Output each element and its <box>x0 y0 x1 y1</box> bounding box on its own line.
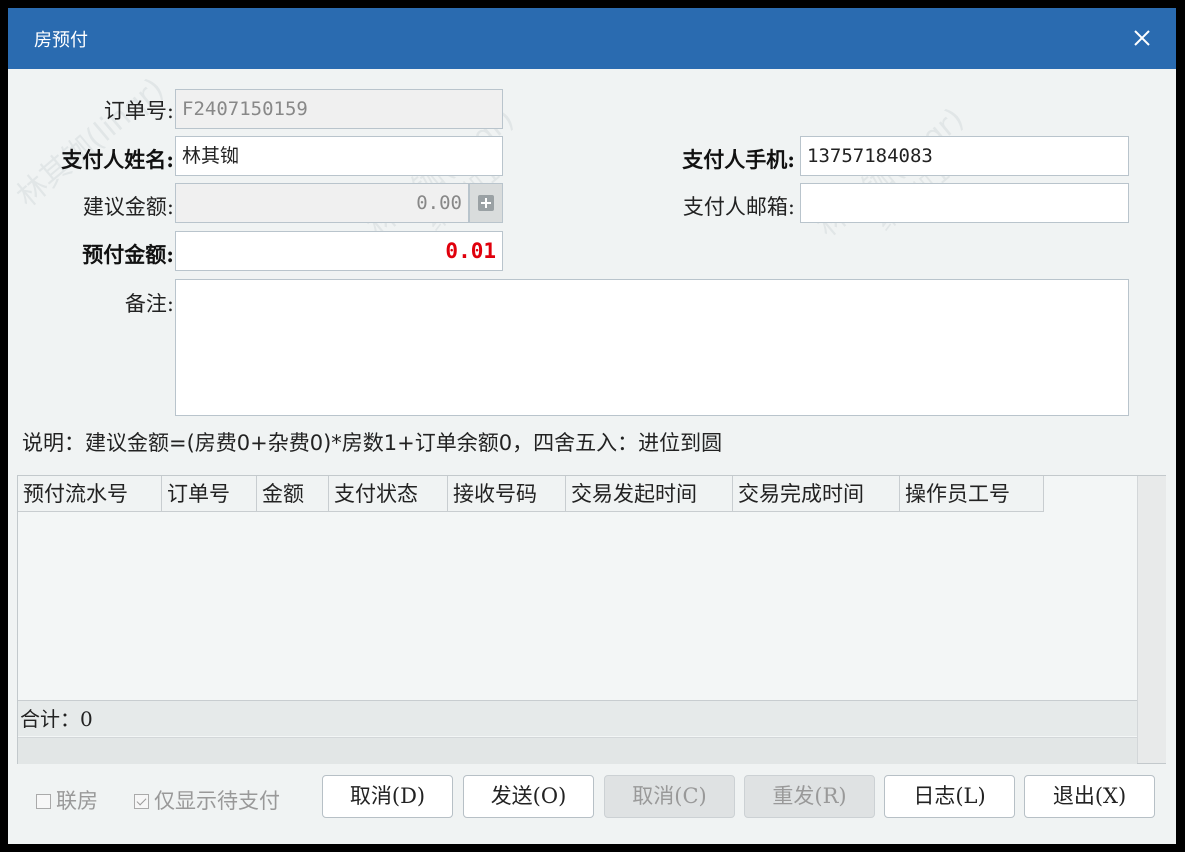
payer-phone-label: 支付人手机: <box>682 147 795 172</box>
remark-textarea[interactable] <box>175 279 1129 416</box>
close-icon <box>1134 30 1150 46</box>
suggested-amount-field[interactable]: 0.00 <box>175 183 469 223</box>
grid-body: 预付流水号 订单号 金额 支付状态 接收号码 交易发起时间 交易完成时间 操作员… <box>18 476 1137 764</box>
payer-name-label: 支付人姓名: <box>61 147 174 172</box>
suggested-amount-label: 建议金额: <box>82 195 174 219</box>
prepay-amount-label: 预付金额: <box>82 242 174 267</box>
column-header[interactable]: 预付流水号 <box>18 476 162 512</box>
log-button[interactable]: 日志(L) <box>884 775 1015 818</box>
title-bar: 房预付 <box>8 8 1176 69</box>
linked-rooms-checkbox[interactable]: 联房 <box>36 785 98 815</box>
window-title: 房预付 <box>34 30 88 51</box>
checkbox-box <box>36 794 51 809</box>
payer-name-field[interactable]: 林其铷 <box>175 136 503 176</box>
prepay-amount-field[interactable]: 0.01 <box>175 231 503 271</box>
calculator-icon <box>478 195 494 211</box>
prepay-records-grid: 预付流水号 订单号 金额 支付状态 接收号码 交易发起时间 交易完成时间 操作员… <box>17 475 1166 764</box>
column-header[interactable]: 金额 <box>257 476 329 512</box>
cancel-d-button[interactable]: 取消(D) <box>322 775 453 818</box>
order-no-field[interactable]: F2407150159 <box>175 89 503 129</box>
remark-label: 备注: <box>124 292 174 316</box>
calculator-button[interactable] <box>469 183 503 223</box>
column-header[interactable]: 交易发起时间 <box>566 476 733 512</box>
column-header[interactable]: 操作员工号 <box>900 476 1044 512</box>
order-no-label: 订单号: <box>103 99 174 123</box>
payer-phone-field[interactable]: 13757184083 <box>800 136 1129 176</box>
exit-button[interactable]: 退出(X) <box>1024 775 1155 818</box>
linked-rooms-label: 联房 <box>56 789 98 813</box>
vertical-scrollbar[interactable] <box>1137 476 1166 763</box>
send-button[interactable]: 发送(O) <box>463 775 594 818</box>
column-header[interactable]: 接收号码 <box>448 476 566 512</box>
grid-header: 预付流水号 订单号 金额 支付状态 接收号码 交易发起时间 交易完成时间 操作员… <box>18 476 1044 512</box>
payer-email-label: 支付人邮箱: <box>682 195 795 219</box>
resend-button[interactable]: 重发(R) <box>744 775 875 818</box>
prepay-dialog: 房预付 林其铷(linqr) 林其铷(linqr) 林其铷(linqr) 维护机… <box>8 8 1176 844</box>
close-button[interactable] <box>1128 24 1156 52</box>
calculation-note: 说明：建议金额=(房费0+杂费0)*房数1+订单余额0，四舍五入：进位到圆 <box>22 431 723 455</box>
column-header[interactable]: 订单号 <box>162 476 257 512</box>
pending-only-label: 仅显示待支付 <box>154 789 280 813</box>
pending-only-checkbox[interactable]: 仅显示待支付 <box>134 785 280 815</box>
grid-total: 合计：0 <box>18 700 1137 736</box>
column-header[interactable]: 交易完成时间 <box>733 476 900 512</box>
checkbox-box <box>134 794 149 809</box>
horizontal-scrollbar[interactable] <box>18 737 1137 764</box>
payer-email-field[interactable] <box>800 183 1129 223</box>
cancel-c-button[interactable]: 取消(C) <box>604 775 735 818</box>
column-header[interactable]: 支付状态 <box>329 476 448 512</box>
